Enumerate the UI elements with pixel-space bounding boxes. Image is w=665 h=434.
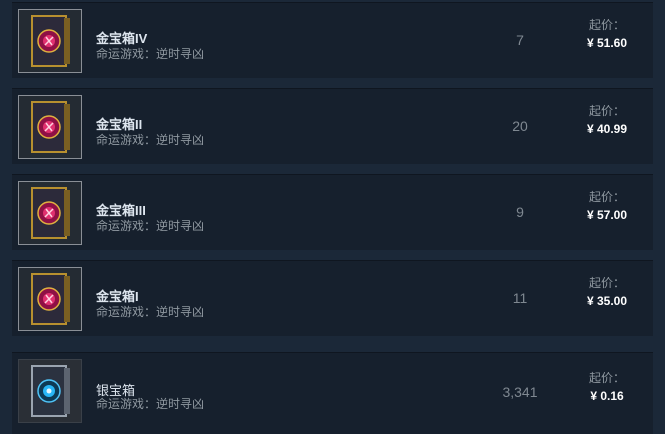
game-name: 命运游戏：逆时寻凶 — [96, 397, 205, 411]
starting-price: ¥ 57.00 — [586, 208, 628, 222]
listing-row[interactable]: 金宝箱I 命运游戏：逆时寻凶 11 起价： ¥ 35.00 — [12, 260, 653, 336]
item-thumbnail[interactable] — [18, 9, 82, 73]
game-name: 命运游戏：逆时寻凶 — [96, 219, 205, 233]
price-box: 起价： ¥ 0.16 — [560, 369, 654, 403]
listing-row[interactable]: 金宝箱III 命运游戏：逆时寻凶 9 起价： ¥ 57.00 — [12, 174, 653, 250]
listing-quantity: 7 — [516, 32, 524, 48]
price-label: 起价： — [588, 190, 625, 204]
price-box: 起价： ¥ 51.60 — [560, 16, 654, 50]
price-label: 起价： — [588, 18, 625, 32]
listing-quantity: 20 — [512, 118, 528, 134]
item-thumbnail[interactable] — [18, 359, 82, 423]
price-box: 起价： ¥ 57.00 — [560, 188, 654, 222]
gold-chest-icon — [19, 268, 81, 330]
silver-chest-icon — [19, 360, 81, 422]
listing-quantity: 9 — [516, 204, 524, 220]
gold-chest-icon — [19, 10, 81, 72]
listing-quantity: 3,341 — [502, 384, 538, 400]
item-thumbnail[interactable] — [18, 181, 82, 245]
game-name: 命运游戏：逆时寻凶 — [96, 305, 205, 319]
starting-price: ¥ 35.00 — [586, 294, 628, 308]
price-label: 起价： — [588, 104, 625, 118]
item-thumbnail[interactable] — [18, 95, 82, 159]
game-name: 命运游戏：逆时寻凶 — [96, 133, 205, 147]
price-box: 起价： ¥ 35.00 — [560, 274, 654, 308]
listing-row[interactable]: 金宝箱IV 命运游戏：逆时寻凶 7 起价： ¥ 51.60 — [12, 2, 653, 78]
starting-price: ¥ 0.16 — [590, 389, 624, 403]
listing-row[interactable]: 银宝箱 命运游戏：逆时寻凶 3,341 起价： ¥ 0.16 — [12, 352, 653, 434]
starting-price: ¥ 40.99 — [586, 122, 628, 136]
starting-price: ¥ 51.60 — [586, 36, 628, 50]
price-label: 起价： — [588, 371, 625, 385]
market-listing-list: 金宝箱IV 命运游戏：逆时寻凶 7 起价： ¥ 51.60 金宝箱II 命运游戏… — [0, 0, 665, 434]
gold-chest-icon — [19, 96, 81, 158]
gold-chest-icon — [19, 182, 81, 244]
listing-quantity: 11 — [512, 290, 528, 306]
price-label: 起价： — [588, 276, 625, 290]
price-box: 起价： ¥ 40.99 — [560, 102, 654, 136]
listing-row[interactable]: 金宝箱II 命运游戏：逆时寻凶 20 起价： ¥ 40.99 — [12, 88, 653, 164]
game-name: 命运游戏：逆时寻凶 — [96, 47, 205, 61]
item-thumbnail[interactable] — [18, 267, 82, 331]
